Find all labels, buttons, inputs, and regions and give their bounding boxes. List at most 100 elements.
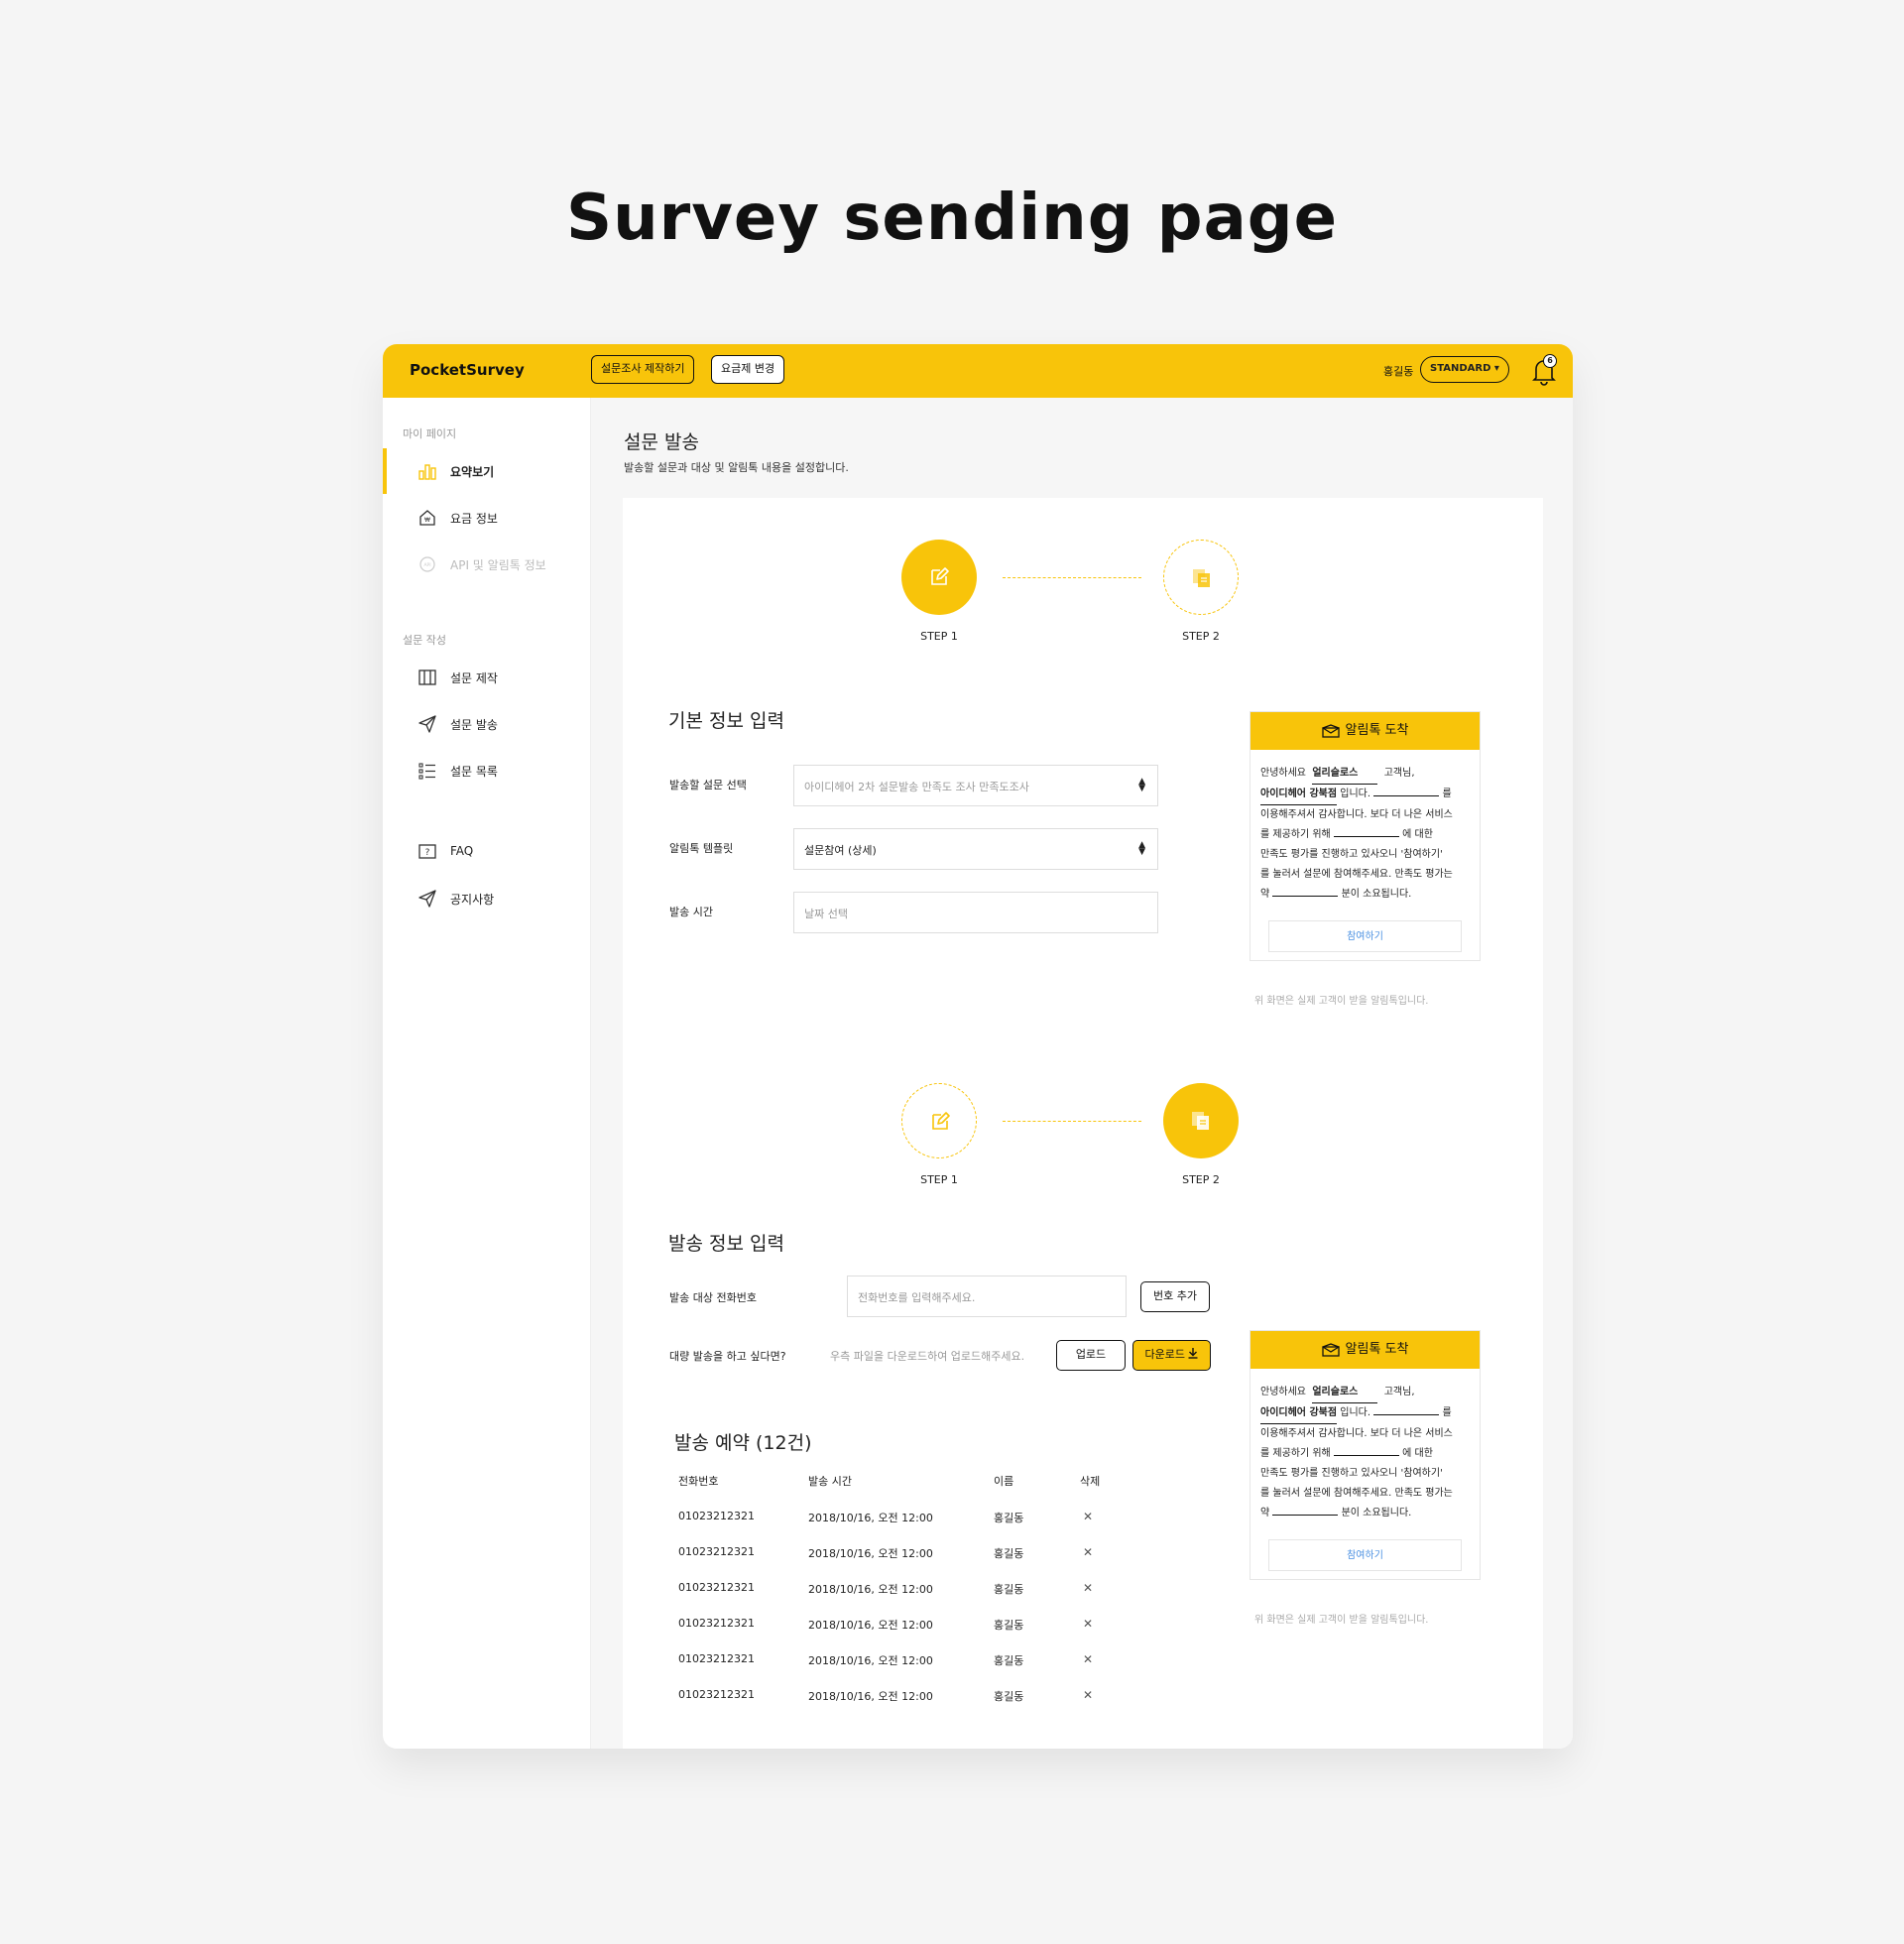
documents-icon [1193, 569, 1210, 587]
api-icon: API [419, 556, 435, 572]
page-subtitle: 발송할 설문과 대상 및 알림톡 내용을 설정합니다. [624, 461, 849, 474]
sidebar-item-send-survey[interactable]: 설문 발송 [383, 701, 591, 747]
preview-blank [1272, 896, 1339, 897]
preview-line: 약 [1260, 889, 1270, 900]
column-header-name: 이름 [994, 1475, 1014, 1488]
sidebar-item-faq[interactable]: ? FAQ [383, 829, 591, 875]
row-phone: 01023212321 [678, 1581, 755, 1594]
row-name: 홍길동 [994, 1547, 1024, 1560]
row-time: 2018/10/16, 오전 12:00 [808, 1512, 933, 1524]
participate-button[interactable]: 참여하기 [1268, 920, 1462, 952]
sidebar-item-label: FAQ [450, 844, 474, 858]
send-icon [418, 715, 436, 733]
preview-line: 를 제공하기 위해 [1260, 1448, 1331, 1459]
preview-shop: 아이디헤어 강북점 [1260, 1403, 1338, 1424]
preview-line: 약 [1260, 1508, 1270, 1519]
plan-dropdown[interactable]: STANDARD ▾ [1420, 356, 1509, 383]
bulk-label: 대량 발송을 하고 싶다면? [669, 1350, 786, 1363]
kakao-preview-2: 알림톡 도착 안녕하세요 얼리슬로스 고객님, 아이디헤어 강북점 입니다. 를… [1250, 1330, 1481, 1580]
delete-icon[interactable]: ✕ [1083, 1510, 1093, 1523]
add-number-button[interactable]: 번호 추가 [1140, 1281, 1210, 1312]
column-header-time: 발송 시간 [808, 1475, 852, 1488]
delete-icon[interactable]: ✕ [1083, 1688, 1093, 1702]
step2-indicator[interactable] [1163, 1083, 1239, 1158]
preview-blank [1333, 1455, 1399, 1456]
book-icon [418, 669, 436, 685]
table-fade [623, 1726, 1543, 1748]
preview-line: 이용해주셔서 감사합니다. 보다 더 나은 서비스 [1260, 809, 1453, 820]
row-phone: 01023212321 [678, 1688, 755, 1701]
preview-particle: 를 [1442, 789, 1452, 799]
download-button[interactable]: 다운로드 [1132, 1340, 1211, 1371]
step-connector [1003, 1121, 1141, 1122]
page-heading: Survey sending page [565, 182, 1339, 255]
step1-indicator[interactable] [901, 1083, 977, 1158]
notification-badge: 6 [1543, 354, 1557, 368]
row-phone: 01023212321 [678, 1617, 755, 1630]
sidebar-section-mypage: 마이 페이지 [403, 427, 457, 440]
sidebar-item-label: 설문 제작 [450, 671, 498, 685]
home-won-icon: ₩ [419, 510, 435, 526]
sidebar-item-summary[interactable]: 요약보기 [383, 448, 591, 494]
delete-icon[interactable]: ✕ [1083, 1652, 1093, 1666]
sidebar-item-api[interactable]: API API 및 알림톡 정보 [383, 542, 591, 587]
question-icon: ? [418, 844, 436, 859]
row-name: 홍길동 [994, 1619, 1024, 1632]
bar-chart-icon [418, 464, 436, 480]
row-phone: 01023212321 [678, 1545, 755, 1558]
preview-message: 안녕하세요 얼리슬로스 고객님, 아이디헤어 강북점 입니다. 를 이용해주셔서… [1250, 750, 1480, 912]
row-phone: 01023212321 [678, 1510, 755, 1522]
svg-text:API: API [423, 562, 430, 568]
svg-text:?: ? [425, 848, 430, 858]
download-icon [1188, 1348, 1198, 1359]
sidebar-item-label: 설문 목록 [450, 765, 498, 779]
preview-header: 알림톡 도착 [1250, 712, 1480, 750]
logo[interactable]: PocketSurvey [410, 361, 525, 379]
survey-select-value: 아이디헤어 2차 설문발송 만족도 조사 만족도조사 [804, 781, 1029, 793]
send-time-input[interactable]: 날짜 선택 [793, 892, 1158, 933]
step1-label: STEP 1 [920, 1173, 958, 1186]
delete-icon[interactable]: ✕ [1083, 1545, 1093, 1559]
sidebar: 마이 페이지 요약보기 ₩ 요금 정보 API API 및 알림톡 정보 설문 … [383, 398, 591, 1749]
phone-input[interactable]: 전화번호를 입력해주세요. [847, 1276, 1127, 1317]
delete-icon[interactable]: ✕ [1083, 1581, 1093, 1595]
preview-line: 를 눌러서 설문에 참여해주세요. 만족도 평가는 [1260, 869, 1453, 880]
column-header-phone: 전화번호 [678, 1475, 719, 1488]
preview-line: 에 대한 [1402, 829, 1433, 840]
row-time: 2018/10/16, 오전 12:00 [808, 1619, 933, 1632]
kakao-preview-1: 알림톡 도착 안녕하세요 얼리슬로스 고객님, 아이디헤어 강북점 입니다. 를… [1250, 711, 1481, 961]
list-icon [418, 763, 435, 780]
envelope-icon [1321, 723, 1340, 738]
survey-select[interactable]: 아이디헤어 2차 설문발송 만족도 조사 만족도조사 ▲ ▼ [793, 765, 1158, 806]
bulk-hint: 우측 파일을 다운로드하여 업로드해주세요. [830, 1350, 1025, 1363]
documents-icon [1192, 1112, 1209, 1130]
sidebar-item-create-survey[interactable]: 설문 제작 [383, 655, 591, 700]
preview-line: 에 대한 [1402, 1448, 1433, 1459]
preview-blank [1373, 795, 1440, 796]
row-name: 홍길동 [994, 1654, 1024, 1667]
preview-note: 위 화면은 실제 고객이 받을 알림톡입니다. [1254, 996, 1429, 1007]
change-plan-button[interactable]: 요금제 변경 [711, 355, 785, 384]
preview-shop-suffix: 입니다. [1340, 1407, 1371, 1418]
create-survey-button[interactable]: 설문조사 제작하기 [591, 355, 695, 384]
sidebar-item-billing[interactable]: ₩ 요금 정보 [383, 495, 591, 541]
edit-icon [931, 567, 949, 585]
delete-icon[interactable]: ✕ [1083, 1617, 1093, 1631]
step2-indicator[interactable] [1163, 540, 1239, 615]
edit-icon [932, 1112, 950, 1130]
participate-button[interactable]: 참여하기 [1268, 1539, 1462, 1571]
preview-company: 얼리슬로스 [1312, 1383, 1378, 1403]
row-time: 2018/10/16, 오전 12:00 [808, 1690, 933, 1703]
preview-line: 만족도 평가를 진행하고 있사오니 '참여하기' [1260, 1468, 1443, 1479]
template-select[interactable]: 설문참여 (상세) ▲ ▼ [793, 828, 1158, 870]
basic-info-title: 기본 정보 입력 [668, 710, 784, 732]
preview-line: 를 눌러서 설문에 참여해주세요. 만족도 평가는 [1260, 1488, 1453, 1499]
step1-indicator[interactable] [901, 540, 977, 615]
sidebar-item-survey-list[interactable]: 설문 목록 [383, 748, 591, 793]
sidebar-item-label: API 및 알림톡 정보 [450, 558, 546, 572]
sidebar-item-notice[interactable]: 공지사항 [383, 876, 591, 921]
upload-button[interactable]: 업로드 [1056, 1340, 1126, 1371]
row-time: 2018/10/16, 오전 12:00 [808, 1583, 933, 1596]
row-name: 홍길동 [994, 1583, 1024, 1596]
step1-label: STEP 1 [920, 630, 958, 643]
